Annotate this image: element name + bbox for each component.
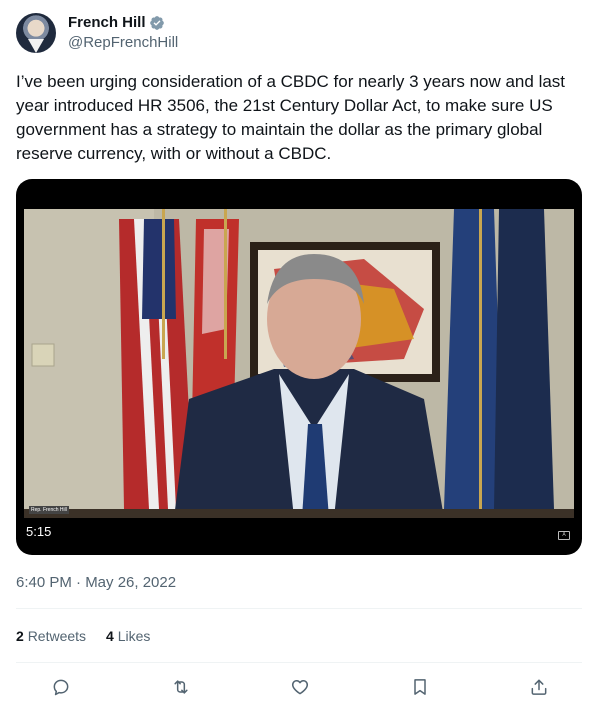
captions-icon[interactable]: A: [558, 531, 570, 540]
video-nametag: Rep. French Hill: [29, 506, 69, 514]
verified-badge-icon[interactable]: [149, 15, 165, 31]
likes-stat[interactable]: 4 Likes: [106, 626, 150, 646]
bookmark-button[interactable]: [403, 670, 437, 704]
display-name[interactable]: French Hill: [68, 13, 146, 33]
like-button[interactable]: [283, 670, 317, 704]
tweet-stats: 2 Retweets 4 Likes: [16, 626, 150, 646]
handle[interactable]: @RepFrenchHill: [68, 33, 178, 53]
avatar[interactable]: [16, 13, 56, 53]
retweet-button[interactable]: [164, 670, 198, 704]
divider: [16, 608, 582, 609]
retweets-count: 2: [16, 628, 24, 644]
like-icon: [291, 680, 309, 695]
retweets-label: Retweets: [27, 628, 87, 644]
video-still-image: [24, 209, 574, 518]
share-button[interactable]: [522, 670, 556, 704]
tweet-timestamp[interactable]: 6:40 PM · May 26, 2022: [16, 573, 176, 593]
author-block: French Hill @RepFrenchHill: [68, 13, 178, 53]
action-bar: [44, 670, 556, 704]
likes-label: Likes: [117, 628, 151, 644]
tweet-header: French Hill @RepFrenchHill: [16, 11, 178, 55]
reply-icon: [53, 679, 69, 696]
video-frame[interactable]: Rep. French Hill: [24, 209, 574, 518]
retweets-stat[interactable]: 2 Retweets: [16, 626, 86, 646]
video-player[interactable]: Rep. French Hill 5:15 A: [16, 179, 582, 555]
video-duration: 5:15: [26, 524, 52, 539]
tweet-text: I’ve been urging consideration of a CBDC…: [16, 72, 566, 163]
reply-button[interactable]: [44, 670, 78, 704]
retweet-icon: [173, 680, 188, 694]
likes-count: 4: [106, 628, 114, 644]
name-row: French Hill: [68, 13, 178, 33]
bookmark-icon: [413, 679, 426, 695]
share-icon: [531, 679, 547, 695]
divider: [16, 662, 582, 663]
